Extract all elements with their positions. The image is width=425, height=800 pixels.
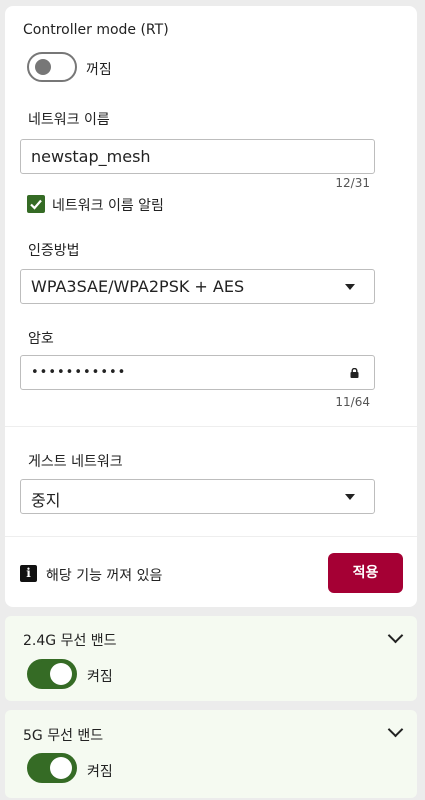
password-input[interactable]: •••••••••••: [20, 355, 375, 390]
chevron-down-icon: [345, 494, 355, 500]
guest-label: 게스트 네트워크: [28, 454, 123, 470]
network-name-label: 네트워크 이름: [28, 112, 110, 128]
auth-label: 인증방법: [28, 243, 80, 259]
controller-mode-toggle[interactable]: [27, 52, 77, 82]
controller-mode-label: Controller mode (RT): [23, 22, 169, 38]
chevron-down-icon: [345, 284, 355, 290]
network-name-value: newstap_mesh: [31, 147, 151, 166]
divider: [5, 426, 417, 427]
toggle-knob: [50, 663, 72, 685]
broadcast-label: 네트워크 이름 알림: [52, 198, 164, 214]
chevron-down-icon[interactable]: [387, 721, 404, 738]
auth-value: WPA3SAE/WPA2PSK + AES: [31, 277, 245, 296]
info-text: 해당 기능 꺼져 있음: [46, 568, 163, 584]
band-5g-panel: 5G 무선 밴드 켜짐: [5, 710, 417, 798]
chevron-down-icon[interactable]: [387, 627, 404, 644]
band-5g-toggle[interactable]: [27, 753, 77, 783]
band-24g-toggle[interactable]: [27, 659, 77, 689]
info-icon: i: [20, 565, 37, 582]
band-24g-panel: 2.4G 무선 밴드 켜짐: [5, 616, 417, 701]
wifi-settings-card: Controller mode (RT) 꺼짐 네트워크 이름 newstap_…: [5, 6, 417, 607]
broadcast-checkbox[interactable]: [27, 195, 45, 213]
network-name-counter: 12/31: [335, 176, 370, 190]
password-label: 암호: [28, 331, 54, 347]
apply-label: 적용: [352, 565, 379, 581]
band-5g-title: 5G 무선 밴드: [23, 728, 104, 744]
password-value: •••••••••••: [31, 365, 127, 380]
guest-value: 중지: [31, 491, 61, 510]
apply-button[interactable]: 적용: [328, 553, 403, 593]
band-5g-state: 켜짐: [87, 764, 113, 780]
lock-icon: [350, 368, 359, 378]
network-name-input[interactable]: newstap_mesh: [20, 139, 375, 174]
password-counter: 11/64: [335, 395, 370, 409]
toggle-knob: [50, 757, 72, 779]
band-24g-state: 켜짐: [87, 669, 113, 685]
guest-select[interactable]: 중지: [20, 479, 375, 514]
auth-select[interactable]: WPA3SAE/WPA2PSK + AES: [20, 269, 375, 304]
check-icon: [30, 199, 42, 210]
toggle-knob: [35, 59, 51, 75]
divider: [5, 536, 417, 537]
band-24g-title: 2.4G 무선 밴드: [23, 633, 117, 649]
controller-mode-state: 꺼짐: [86, 62, 112, 78]
